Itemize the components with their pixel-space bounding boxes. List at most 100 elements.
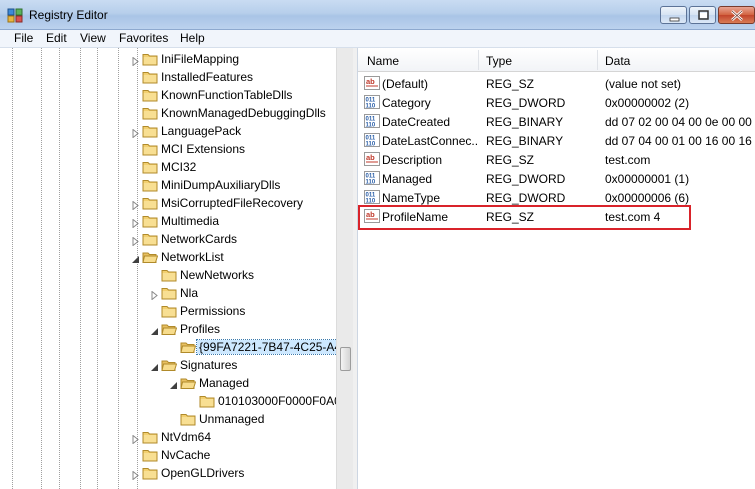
value-row[interactable]: 011 110 DateCreated REG_BINARY dd 07 02 00 0… <box>358 112 755 131</box>
tree-node-label: MCI Extensions <box>161 142 246 156</box>
value-data: 0x00000002 (2) <box>605 96 690 110</box>
value-type: REG_SZ <box>486 153 535 167</box>
menu-edit[interactable]: Edit <box>46 31 67 45</box>
folder-icon <box>199 393 215 409</box>
value-data: 0x00000006 (6) <box>605 191 690 205</box>
value-row[interactable]: 011 110 DateLastConnec... REG_BINARY dd 07 0… <box>358 131 755 150</box>
folder-icon <box>142 249 159 265</box>
tree-node-label: NetworkList <box>161 250 224 264</box>
svg-text:110: 110 <box>366 104 376 110</box>
value-type: REG_DWORD <box>486 191 566 205</box>
folder-icon <box>161 321 178 337</box>
value-name: Category <box>382 96 431 110</box>
binary-value-icon: 011 110 <box>364 94 380 110</box>
tree-node-label: KnownFunctionTableDlls <box>161 88 293 102</box>
folder-icon <box>180 339 197 355</box>
svg-text:110: 110 <box>366 180 376 186</box>
string-value-icon: ab <box>364 208 380 224</box>
maximize-button[interactable] <box>689 6 716 24</box>
tree-guide-line <box>59 48 60 489</box>
registry-editor-icon <box>7 8 23 23</box>
expand-arrow-icon[interactable] <box>131 433 140 445</box>
collapse-arrow-icon[interactable] <box>131 253 140 263</box>
minimize-icon <box>669 17 680 22</box>
value-name: Managed <box>382 172 433 186</box>
tree-node-label: 010103000F0000F0A0C <box>218 394 350 408</box>
minimize-button[interactable] <box>660 6 687 24</box>
folder-icon <box>142 123 158 139</box>
binary-value-icon: 011 110 <box>364 132 380 148</box>
tree-node-label: MsiCorruptedFileRecovery <box>161 196 304 210</box>
folder-icon <box>142 177 158 193</box>
tree-node-label: NetworkCards <box>161 232 238 246</box>
tree-guide-line <box>80 48 81 489</box>
value-type: REG_BINARY <box>486 115 564 129</box>
close-icon <box>731 10 743 21</box>
value-row[interactable]: 011 110 NameType REG_DWORD 0x00000006 (6) <box>358 188 755 207</box>
svg-text:110: 110 <box>366 199 376 205</box>
folder-icon <box>180 411 196 427</box>
tree-node-label: Permissions <box>180 304 246 318</box>
menu-favorites[interactable]: Favorites <box>119 31 168 45</box>
folder-icon <box>142 447 158 463</box>
menu-help[interactable]: Help <box>180 31 205 45</box>
string-value-icon: ab <box>364 75 380 91</box>
tree-guide-line <box>137 48 138 489</box>
value-data: dd 07 02 00 04 00 0e 00 00 00 <box>605 115 755 129</box>
expand-arrow-icon[interactable] <box>131 127 140 139</box>
column-divider[interactable] <box>478 50 479 70</box>
value-name: DateCreated <box>382 115 451 129</box>
expand-arrow-icon[interactable] <box>131 469 140 481</box>
values-list-pane[interactable]: Name Type Data ab (Default) REG_SZ (value n… <box>358 48 755 489</box>
value-name: (Default) <box>382 77 429 91</box>
value-row[interactable]: ab (Default) REG_SZ (value not set) <box>358 74 755 93</box>
expand-arrow-icon[interactable] <box>131 55 140 67</box>
tree-node-label: NtVdm64 <box>161 430 212 444</box>
close-button[interactable] <box>718 6 755 24</box>
column-header-name[interactable]: Name <box>367 54 399 68</box>
collapse-arrow-icon[interactable] <box>169 379 178 389</box>
tree-node-label: Multimedia <box>161 214 220 228</box>
tree-scrollbar-thumb[interactable] <box>340 347 351 371</box>
tree-node-label: Signatures <box>180 358 238 372</box>
column-header-type[interactable]: Type <box>486 54 512 68</box>
folder-icon <box>142 429 158 445</box>
expand-arrow-icon[interactable] <box>131 235 140 247</box>
expand-arrow-icon[interactable] <box>131 217 140 229</box>
svg-text:ab: ab <box>366 77 375 86</box>
folder-icon <box>180 375 197 391</box>
value-name: NameType <box>382 191 441 205</box>
menu-file[interactable]: File <box>14 31 33 45</box>
menu-view[interactable]: View <box>80 31 106 45</box>
tree-node-label: Managed <box>199 376 250 390</box>
folder-icon <box>142 105 158 121</box>
expand-arrow-icon[interactable] <box>131 199 140 211</box>
folder-icon <box>142 159 158 175</box>
expand-arrow-icon[interactable] <box>150 289 159 301</box>
menu-bar: File Edit View Favorites Help <box>0 30 755 48</box>
column-divider[interactable] <box>597 50 598 70</box>
collapse-arrow-icon[interactable] <box>150 361 159 371</box>
folder-icon <box>142 195 158 211</box>
tree-node-label: NvCache <box>161 448 211 462</box>
svg-text:ab: ab <box>366 153 375 162</box>
tree-guide-line <box>12 48 13 489</box>
value-row[interactable]: 011 110 Category REG_DWORD 0x00000002 (2) <box>358 93 755 112</box>
value-row[interactable]: ab ProfileName REG_SZ test.com 4 <box>358 207 755 226</box>
key-tree-pane[interactable]: IniFileMapping InstalledFeatures KnownFunc… <box>0 48 352 489</box>
value-type: REG_DWORD <box>486 172 566 186</box>
value-type: REG_SZ <box>486 210 535 224</box>
value-data: dd 07 04 00 01 00 16 00 16 00 <box>605 134 755 148</box>
tree-node-label: Unmanaged <box>199 412 265 426</box>
value-row[interactable]: ab Description REG_SZ test.com <box>358 150 755 169</box>
binary-value-icon: 011 110 <box>364 113 380 129</box>
column-header-data[interactable]: Data <box>605 54 630 68</box>
value-row[interactable]: 011 110 Managed REG_DWORD 0x00000001 (1) <box>358 169 755 188</box>
value-name: DateLastConnec... <box>382 134 478 148</box>
tree-node-label: NewNetworks <box>180 268 255 282</box>
folder-icon <box>161 285 177 301</box>
collapse-arrow-icon[interactable] <box>150 325 159 335</box>
value-name: Description <box>382 153 443 167</box>
folder-icon <box>142 51 158 67</box>
tree-scrollbar[interactable] <box>336 48 353 489</box>
